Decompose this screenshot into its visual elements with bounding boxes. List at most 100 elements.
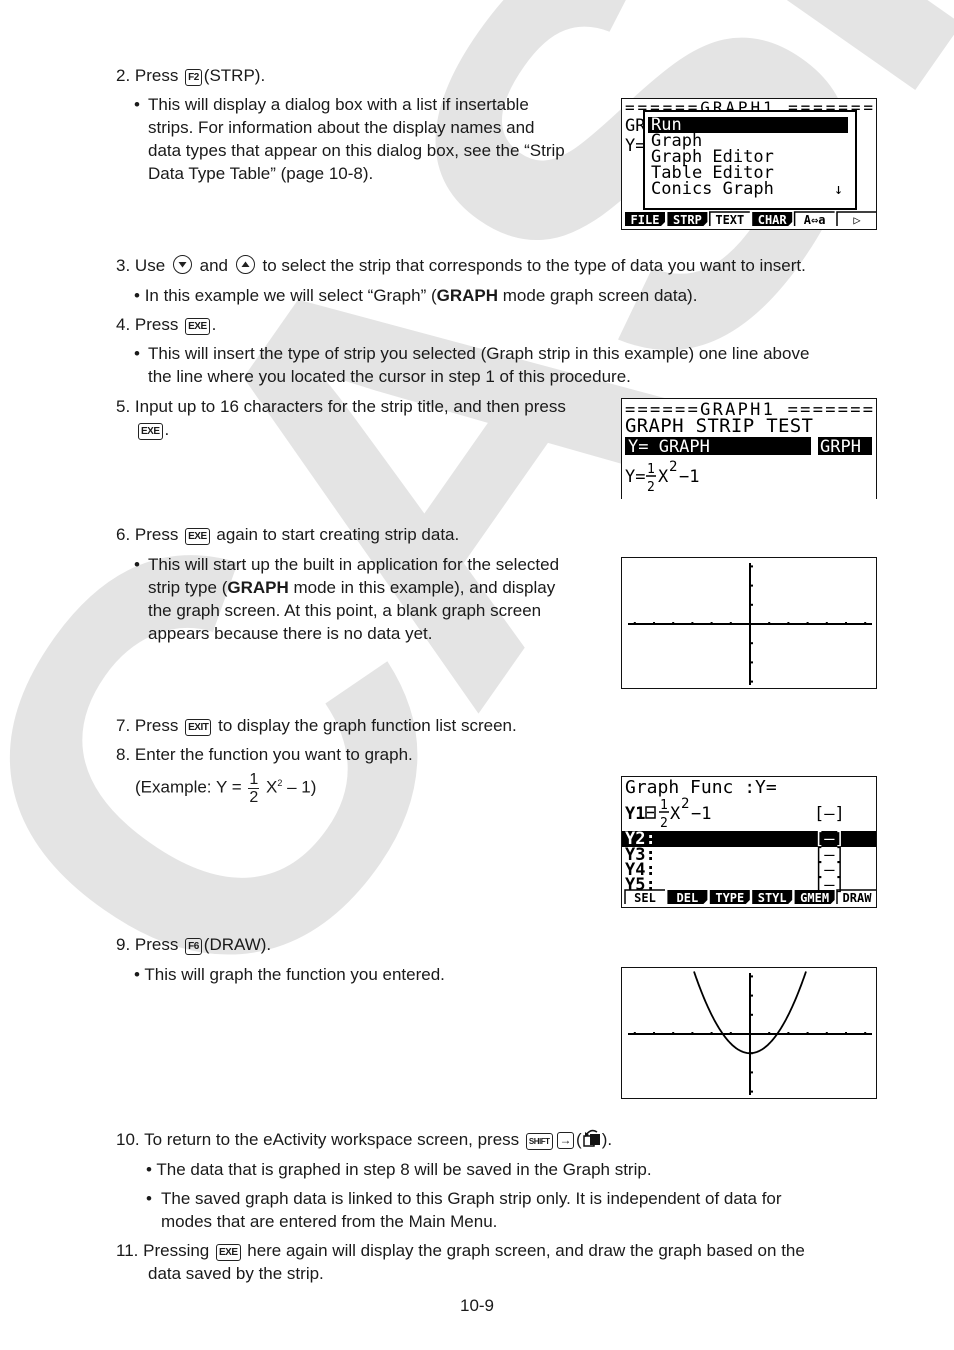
step-2-bullet-l4: Data Type Table” (page 10-8). — [148, 164, 374, 183]
step-10-bullet-2-l1: The saved graph data is linked to this G… — [161, 1189, 782, 1208]
x-tick — [633, 622, 636, 624]
bullet-text: mode in this example), and display — [288, 578, 556, 597]
step-6-bullet-l1: This will start up the built in applicat… — [148, 555, 560, 574]
example-text: (Example: Y = — [135, 777, 242, 797]
func-exponent: 2 — [681, 796, 689, 812]
fkey-draw[interactable]: DRAW — [843, 891, 873, 905]
step-text: Use — [134, 256, 166, 275]
exe-key-icon: EXE — [185, 528, 210, 545]
step-8: 8. Enter the function you want to graph. — [116, 743, 413, 766]
equation-var: X — [658, 467, 669, 487]
x-tick — [845, 1032, 847, 1034]
fraction-denominator: 2 — [249, 788, 259, 806]
y-tick — [751, 661, 753, 664]
step-2: 2. Press F2 (STRP). — [116, 64, 265, 87]
step-number: 4. — [116, 315, 131, 334]
step-number: 5. — [116, 397, 131, 416]
fkey-del[interactable]: DEL — [677, 891, 699, 905]
func-numerator: 1 — [660, 798, 668, 813]
line-style-y1[interactable]: [—] — [814, 804, 845, 824]
step-2-bullet-l3: data types that appear on this dialog bo… — [148, 141, 565, 160]
y-tick — [751, 603, 753, 606]
step-7: 7. Press EXIT to display the graph funct… — [116, 714, 517, 737]
x-tick — [672, 622, 675, 624]
step-2-bullet-l1: This will display a dialog box with a li… — [148, 95, 529, 114]
f6-key-icon: F6 — [185, 938, 202, 955]
func-label-y1: Y1 — [625, 804, 645, 824]
exe-key-icon: EXE — [185, 318, 210, 335]
exe-key-icon: EXE — [215, 1244, 241, 1261]
x-tick — [653, 622, 655, 624]
fkey-text[interactable]: TEXT — [715, 213, 744, 227]
fraction: 12 — [248, 770, 260, 806]
y-tick — [751, 584, 753, 587]
fraction-numerator: 1 — [248, 770, 260, 789]
step-4-bullet-l2: the line where you located the cursor in… — [148, 367, 631, 386]
step-number: 6. — [116, 525, 131, 544]
step-5: 5. Input up to 16 characters for the str… — [116, 395, 566, 418]
step-6-bullet-l2: strip type (GRAPH mode in this example),… — [148, 576, 555, 599]
step-6-bullet-l4: appears because there is no data yet. — [148, 624, 433, 643]
example-exponent: 2 — [277, 778, 283, 788]
bullet-text: strip type ( — [148, 578, 228, 597]
func-suffix: −1 — [691, 804, 711, 824]
shift-key-icon: SHIFT — [525, 1133, 553, 1150]
step-9: 9. Press F6 (DRAW). — [116, 933, 271, 956]
x-tick — [806, 1032, 809, 1034]
strip-title-text: GRAPH STRIP TEST — [625, 415, 813, 437]
cursor-up-key-icon — [235, 255, 255, 274]
strip-option-conics-graph[interactable]: Conics Graph — [651, 179, 774, 199]
fkey-gmem[interactable]: GMEM — [800, 891, 829, 905]
step-text: . — [164, 420, 170, 439]
step-number: 2. — [116, 66, 131, 85]
step-5-line2: EXE. — [136, 418, 169, 441]
step-text: here again will display the graph screen… — [247, 1241, 805, 1260]
fkey-sel[interactable]: SEL — [634, 891, 656, 905]
strip-label[interactable]: Y= GRAPH — [628, 437, 710, 457]
equation-exponent: 2 — [669, 459, 677, 475]
graph-axes — [628, 563, 872, 685]
fkey-[interactable]: ▷ — [853, 213, 861, 227]
step-text: Enter the function you want to graph. — [134, 745, 413, 764]
x-tick — [864, 622, 867, 624]
exe-key-icon: EXE — [138, 423, 163, 440]
page-number: 10-9 — [459, 1296, 495, 1315]
bullet-text: This will graph the function you entered… — [144, 965, 445, 984]
fkey-styl[interactable]: STYL — [758, 891, 787, 905]
step-10-bullet-2-l2: modes that are entered from the Main Men… — [161, 1212, 498, 1231]
mode-name: GRAPH — [436, 286, 499, 305]
example-var: X — [266, 777, 278, 797]
y-tick — [751, 1013, 753, 1016]
equation-suffix: −1 — [679, 467, 699, 487]
x-tick — [768, 622, 771, 624]
x-tick — [691, 622, 694, 624]
calc-screen-strip-title: ======GRAPH1 ======= GRAPH STRIP TEST Y=… — [621, 398, 877, 499]
step-2-bullet: • — [134, 95, 140, 114]
step-8-example: (Example: Y = 12 X2 – 1) — [135, 764, 316, 807]
equation-prefix: Y= — [625, 467, 645, 487]
function-key-bar: FILE STRP TEXT CHAR A⇔a ▷ — [625, 211, 876, 227]
x-tick — [825, 622, 828, 624]
calc-screen-graph-func: Graph Func :Y= Y1 1 2 X 2 −1 [—] Y2: [—]… — [621, 776, 877, 908]
return-to-workspace-icon — [582, 1129, 600, 1147]
right-arrow-key-icon: → — [556, 1132, 575, 1149]
equation-denominator: 2 — [647, 480, 655, 495]
fkey-char[interactable]: CHAR — [758, 213, 788, 227]
fkey-strp[interactable]: STRP — [673, 213, 702, 227]
step-6-bullet-l3: the graph screen. At this point, a blank… — [148, 601, 542, 620]
fkey-type[interactable]: TYPE — [715, 891, 744, 905]
fkey-file[interactable]: FILE — [631, 213, 660, 227]
step-3: 3. Use and to select the strip that corr… — [116, 254, 806, 277]
step-text: (DRAW). — [203, 935, 272, 954]
x-tick — [653, 1032, 655, 1034]
step-text: to select the strip that corresponds to … — [262, 256, 806, 275]
func-denominator: 2 — [660, 816, 668, 831]
fkey-aa[interactable]: A⇔a — [804, 213, 826, 227]
x-tick — [845, 622, 847, 624]
screen-header: Graph Func :Y= — [625, 777, 777, 798]
step-text: ). — [601, 1130, 613, 1149]
bullet-text: In this example we will select “Graph” ( — [144, 286, 437, 305]
step-text: . — [211, 315, 217, 334]
x-tick — [825, 1032, 828, 1034]
calc-screen-drawn-graph — [621, 967, 877, 1099]
